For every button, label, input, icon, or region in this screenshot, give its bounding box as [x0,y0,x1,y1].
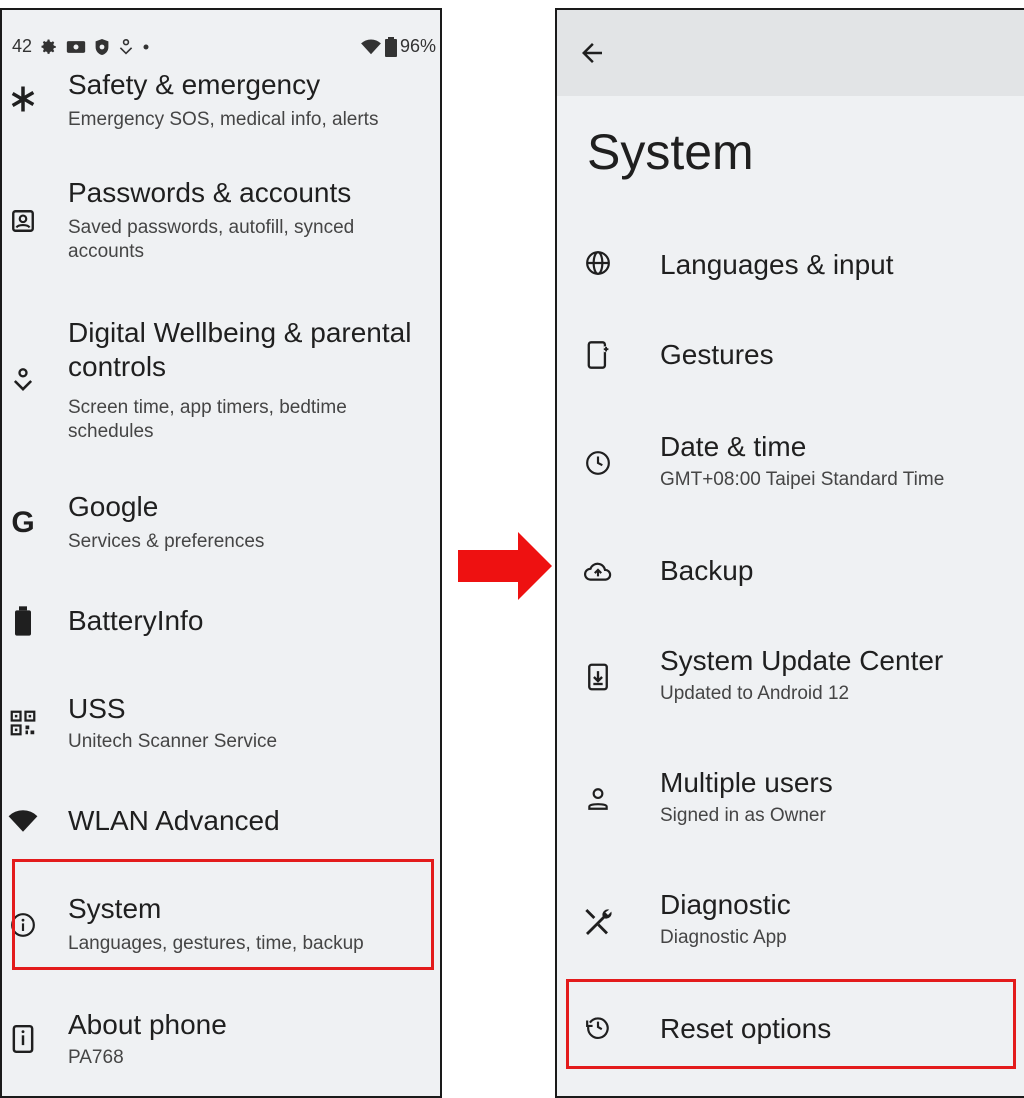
asterisk-icon [6,82,40,116]
item-subtitle: Services & preferences [68,531,265,552]
item-subtitle: Saved passwords, autofill, synced accoun… [68,217,355,262]
settings-item-wlan-advanced[interactable]: WLAN Advanced [2,804,440,854]
system-item-backup[interactable]: Backup [557,548,1024,598]
system-update-icon [581,660,615,694]
wellbeing-icon [6,364,40,398]
item-subtitle: GMT+08:00 Taipei Standard Time [660,469,945,490]
phone-info-icon [6,1022,40,1056]
item-title: Digital Wellbeing & parental controls [68,317,412,382]
item-subtitle: Updated to Android 12 [660,683,850,704]
settings-item-google[interactable]: G Google Services & preferences [2,490,440,566]
item-title: Languages & input [660,249,894,280]
item-title: Gestures [660,339,774,370]
back-arrow-icon[interactable] [577,38,607,68]
item-title: System Update Center [660,645,944,676]
item-title: Multiple users [660,767,833,798]
google-icon: G [11,506,35,539]
highlight-system [12,859,434,970]
system-item-date-time[interactable]: Date & time GMT+08:00 Taipei Standard Ti… [557,430,1024,506]
gear-icon [40,38,58,56]
item-title: USS [68,693,126,724]
app-bar [557,10,1024,96]
system-item-languages[interactable]: Languages & input [557,242,1024,292]
item-title: WLAN Advanced [68,805,280,836]
system-item-update-center[interactable]: System Update Center Updated to Android … [557,644,1024,720]
tools-icon [581,904,615,938]
item-title: Safety & emergency [68,69,321,100]
settings-item-safety[interactable]: Safety & emergency Emergency SOS, medica… [2,68,440,144]
qr-code-icon [6,706,40,740]
settings-item-uss[interactable]: USS Unitech Scanner Service [2,692,440,762]
item-subtitle: Emergency SOS, medical info, alerts [68,109,379,130]
item-subtitle: Unitech Scanner Service [68,731,278,752]
system-item-diagnostic[interactable]: Diagnostic Diagnostic App [557,888,1024,964]
item-title: Diagnostic [660,889,791,920]
battery-icon [6,604,40,638]
shield-icon [94,38,110,56]
globe-icon [581,246,615,280]
highlight-reset-options [566,979,1016,1069]
status-time: 42 [12,36,33,56]
settings-item-about-phone[interactable]: About phone PA768 [2,1008,440,1078]
wifi-signal-icon [360,38,382,56]
clock-icon [581,446,615,480]
item-subtitle: Signed in as Owner [660,805,826,826]
item-title: Backup [660,555,754,586]
item-subtitle: Diagnostic App [660,927,787,948]
item-title: About phone [68,1009,227,1040]
item-title: BatteryInfo [68,605,204,636]
item-subtitle: Screen time, app timers, bedtime schedul… [68,397,347,442]
dot-icon [142,43,150,51]
item-title: Passwords & accounts [68,177,352,208]
settings-item-batteryinfo[interactable]: BatteryInfo [2,604,440,654]
wellbeing-small-icon [118,38,134,56]
status-bar: 42 96% [12,36,436,60]
gesture-phone-icon [581,338,615,372]
item-title: Date & time [660,431,807,462]
battery-percent: 96% [399,36,436,56]
page-title: System [587,124,754,180]
system-item-gestures[interactable]: Gestures [557,332,1024,382]
system-settings-screen: System Languages & input Gestures Date &… [555,8,1024,1098]
battery-status-icon [384,36,397,57]
item-subtitle: PA768 [68,1047,124,1068]
cloud-upload-icon [581,554,615,588]
cast-icon [66,38,86,56]
person-icon [581,782,615,816]
wifi-icon [6,804,40,838]
settings-item-passwords[interactable]: Passwords & accounts Saved passwords, au… [2,176,440,276]
system-item-multiple-users[interactable]: Multiple users Signed in as Owner [557,766,1024,842]
arrow-right-icon [458,530,554,607]
settings-item-digital-wellbeing[interactable]: Digital Wellbeing & parental controls Sc… [2,316,440,444]
item-title: Google [68,491,159,522]
account-box-icon [6,204,40,238]
